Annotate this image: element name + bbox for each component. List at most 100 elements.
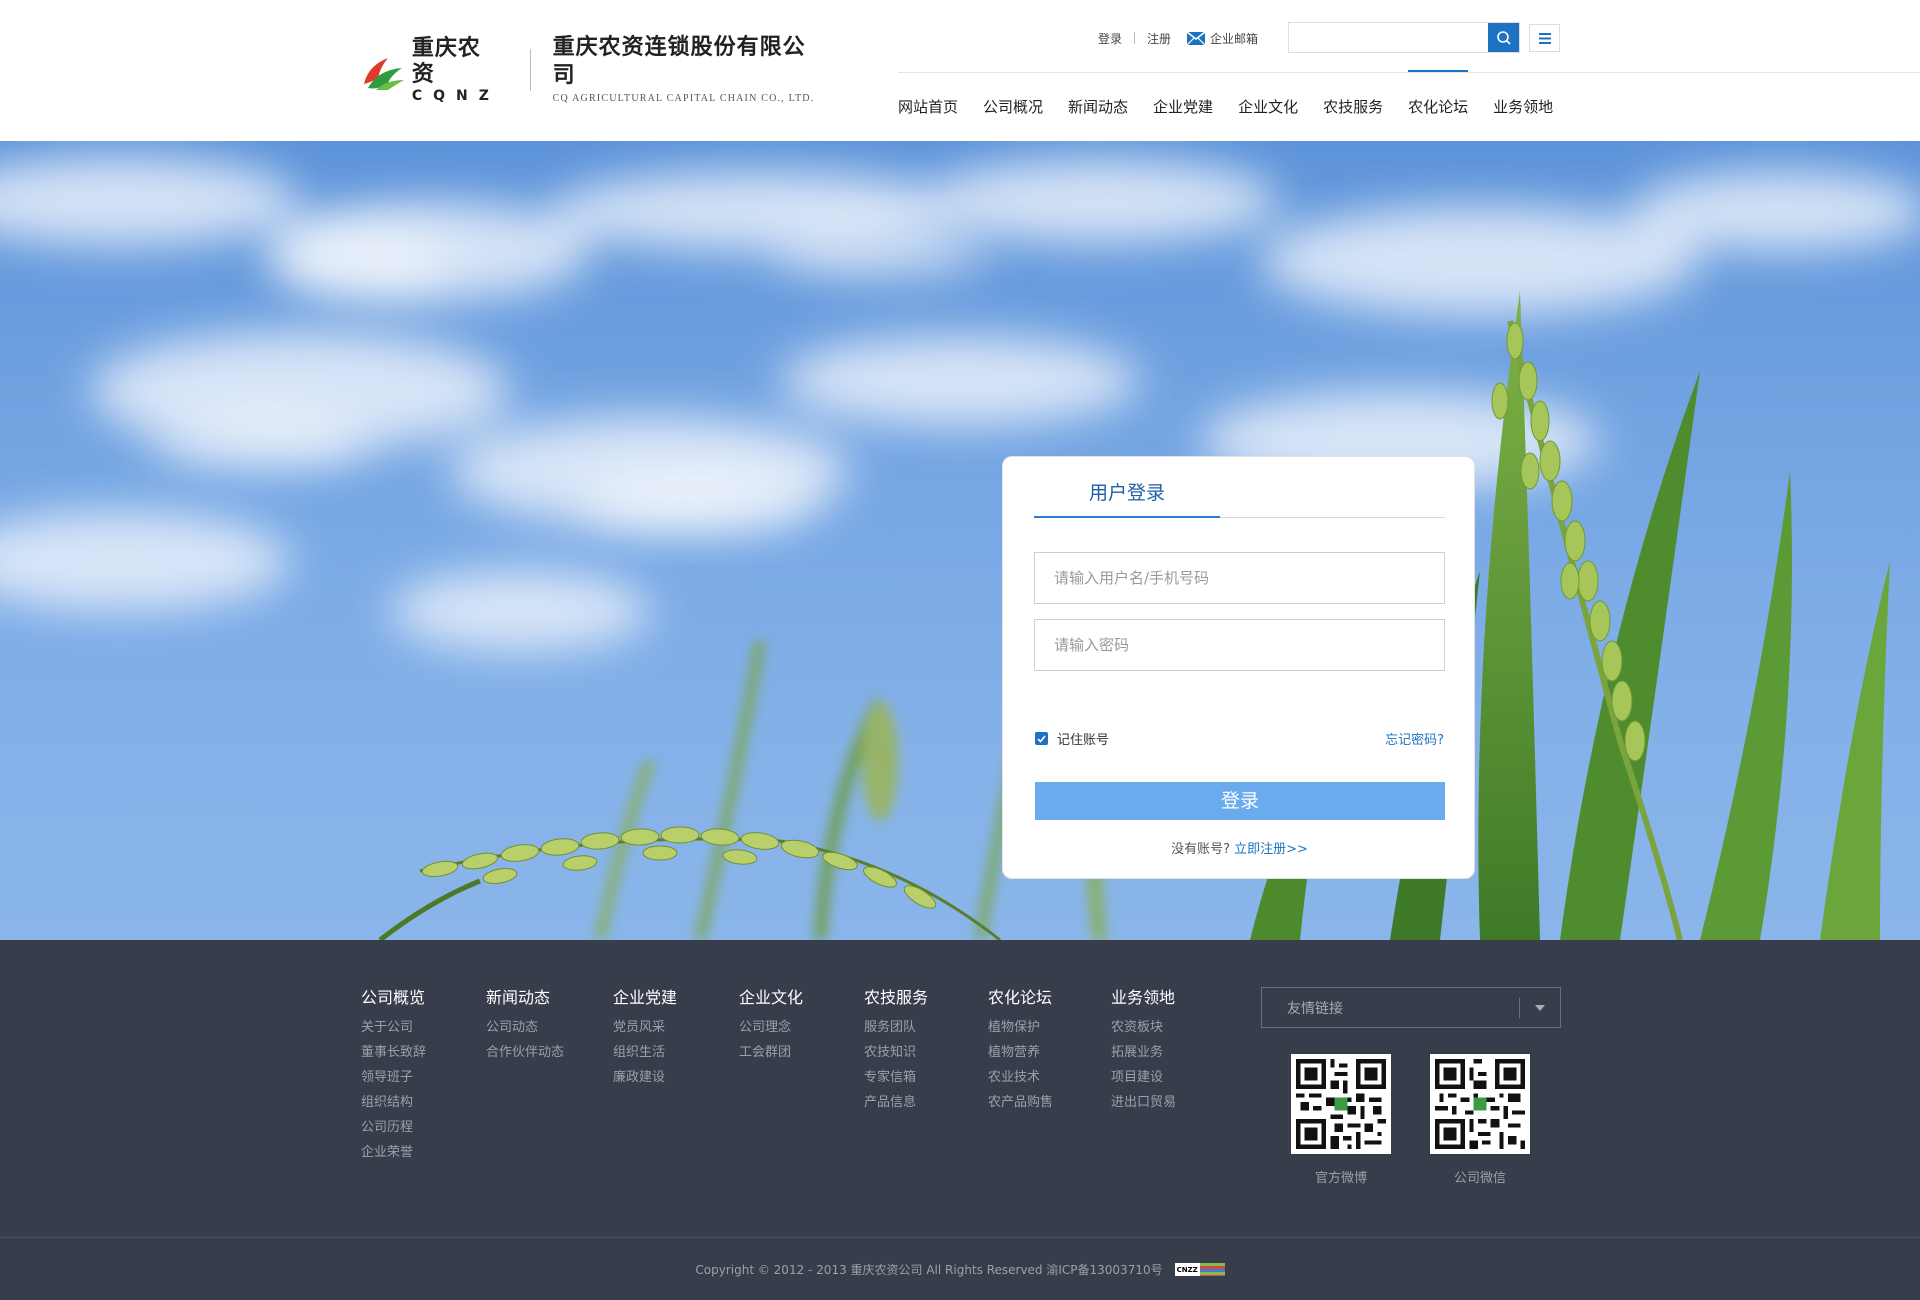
nav-item-business[interactable]: 业务领地 <box>1493 72 1553 141</box>
login-tabs: 用户登录 <box>1034 479 1445 518</box>
no-account-text: 没有账号? <box>1171 842 1230 857</box>
footer-link[interactable]: 企业荣誉 <box>361 1140 486 1165</box>
password-input[interactable] <box>1035 620 1444 670</box>
footer-link[interactable]: 服务团队 <box>864 1015 988 1040</box>
cnzz-badge-stripes <box>1199 1263 1225 1276</box>
username-field <box>1034 552 1445 604</box>
weibo-qr-code-icon <box>1291 1054 1391 1154</box>
company-name-en: CQ AGRICULTURAL CAPITAL CHAIN CO., LTD. <box>552 93 815 104</box>
copyright-text: Copyright © 2012 - 2013 重庆农资公司 All Right… <box>695 1263 1163 1277</box>
company-name-cn: 重庆农资连锁股份有限公司 <box>552 35 806 88</box>
register-prompt: 没有账号? 立即注册>> <box>1003 838 1476 857</box>
footer-column: 企业文化 公司理念 工会群团 <box>739 985 864 1165</box>
cnzz-badge-label: CNZZ <box>1176 1265 1198 1274</box>
footer-link[interactable]: 进出口贸易 <box>1111 1090 1221 1115</box>
footer-link[interactable]: 公司理念 <box>739 1015 864 1040</box>
footer-link[interactable]: 领导班子 <box>361 1065 486 1090</box>
wechat-qr-code-icon <box>1430 1054 1530 1154</box>
site-logo[interactable]: 重庆农资 CQNZ 重庆农资连锁股份有限公司 CQ AGRICULTURAL C… <box>358 35 828 104</box>
footer-link[interactable]: 专家信箱 <box>864 1065 988 1090</box>
footer-column: 企业党建 党员风采 组织生活 廉政建设 <box>613 985 739 1165</box>
site-header: 重庆农资 CQNZ 重庆农资连锁股份有限公司 CQ AGRICULTURAL C… <box>0 0 1920 141</box>
footer-link[interactable]: 关于公司 <box>361 1015 486 1040</box>
nav-item-party-building[interactable]: 企业党建 <box>1153 72 1213 141</box>
remember-checkbox[interactable] <box>1035 732 1048 745</box>
top-link-divider <box>1134 32 1136 44</box>
footer-link[interactable]: 组织生活 <box>613 1040 739 1065</box>
enterprise-mail-link[interactable]: 企业邮箱 <box>1187 30 1258 47</box>
checkmark-icon <box>1037 734 1046 743</box>
menu-button[interactable] <box>1529 24 1560 52</box>
main-nav: 网站首页 公司概况 新闻动态 企业党建 企业文化 农技服务 农化论坛 业务领地 <box>898 70 1578 141</box>
nav-item-agri-services[interactable]: 农技服务 <box>1323 72 1383 141</box>
footer-column: 新闻动态 公司动态 合作伙伴动态 <box>486 985 613 1165</box>
footer-link[interactable]: 公司历程 <box>361 1115 486 1140</box>
friend-links-label: 友情链接 <box>1287 1000 1343 1017</box>
footer-link[interactable]: 廉政建设 <box>613 1065 739 1090</box>
search-icon <box>1496 30 1511 45</box>
footer-link[interactable]: 董事长致辞 <box>361 1040 486 1065</box>
footer-column-title[interactable]: 农化论坛 <box>988 985 1111 1015</box>
footer-link[interactable]: 农产品购售 <box>988 1090 1111 1115</box>
footer-column-title[interactable]: 新闻动态 <box>486 985 613 1015</box>
tab-user-login[interactable]: 用户登录 <box>1034 479 1220 518</box>
footer-column-title[interactable]: 公司概览 <box>361 985 486 1015</box>
footer-link[interactable]: 农资板块 <box>1111 1015 1221 1040</box>
top-register-link[interactable]: 注册 <box>1147 30 1171 47</box>
footer-link[interactable]: 公司动态 <box>486 1015 613 1040</box>
footer-link[interactable]: 党员风采 <box>613 1015 739 1040</box>
footer-link[interactable]: 组织结构 <box>361 1090 486 1115</box>
footer-column: 农化论坛 植物保护 植物营养 农业技术 农产品购售 <box>988 985 1111 1165</box>
nav-item-culture[interactable]: 企业文化 <box>1238 72 1298 141</box>
logo-brand-en: CQNZ <box>411 88 500 104</box>
footer-column-title[interactable]: 企业党建 <box>613 985 739 1015</box>
password-field <box>1034 619 1445 671</box>
login-submit-button[interactable]: 登录 <box>1035 782 1445 820</box>
logo-divider <box>529 49 531 91</box>
username-input[interactable] <box>1035 553 1444 603</box>
footer-link[interactable]: 植物营养 <box>988 1040 1111 1065</box>
register-now-link[interactable]: 立即注册>> <box>1234 842 1308 857</box>
footer-link[interactable]: 拓展业务 <box>1111 1040 1221 1065</box>
nav-item-forum[interactable]: 农化论坛 <box>1408 70 1469 141</box>
nav-item-company-overview[interactable]: 公司概况 <box>983 72 1043 141</box>
footer-link[interactable]: 工会群团 <box>739 1040 864 1065</box>
hamburger-menu-icon <box>1538 32 1551 44</box>
top-links: 登录 注册 企业邮箱 <box>1098 28 1258 48</box>
footer-column-title[interactable]: 企业文化 <box>739 985 864 1015</box>
footer-link[interactable]: 产品信息 <box>864 1090 988 1115</box>
footer-link[interactable]: 农业技术 <box>988 1065 1111 1090</box>
footer-divider <box>0 1237 1920 1238</box>
friend-links-select[interactable]: 友情链接 <box>1261 987 1561 1028</box>
wechat-qr-label: 公司微信 <box>1453 1171 1506 1186</box>
footer-column: 公司概览 关于公司 董事长致辞 领导班子 组织结构 公司历程 企业荣誉 <box>361 985 486 1165</box>
site-footer: 公司概览 关于公司 董事长致辞 领导班子 组织结构 公司历程 企业荣誉 新闻动态… <box>0 940 1920 1300</box>
weibo-qr-label: 官方微博 <box>1314 1171 1367 1186</box>
footer-link[interactable]: 项目建设 <box>1111 1065 1221 1090</box>
logo-brand-cn: 重庆农资 <box>411 36 481 87</box>
search-input[interactable] <box>1289 23 1488 52</box>
nav-item-news[interactable]: 新闻动态 <box>1068 72 1128 141</box>
footer-link[interactable]: 农技知识 <box>864 1040 988 1065</box>
enterprise-mail-label: 企业邮箱 <box>1210 31 1259 46</box>
cnzz-stats-badge[interactable]: CNZZ <box>1174 1263 1225 1276</box>
copyright-bar: Copyright © 2012 - 2013 重庆农资公司 All Right… <box>0 1261 1920 1278</box>
top-login-link[interactable]: 登录 <box>1098 30 1122 47</box>
envelope-icon <box>1187 31 1206 45</box>
footer-column-title[interactable]: 农技服务 <box>864 985 988 1015</box>
search-box <box>1288 22 1520 53</box>
remember-account: 记住账号 <box>1035 729 1109 748</box>
rice-field-background-image <box>0 156 1920 940</box>
nav-item-home[interactable]: 网站首页 <box>898 72 958 141</box>
remember-label: 记住账号 <box>1057 733 1110 748</box>
search-button[interactable] <box>1488 23 1519 52</box>
forgot-password-link[interactable]: 忘记密码? <box>1385 729 1444 748</box>
footer-link-columns: 公司概览 关于公司 董事长致辞 领导班子 组织结构 公司历程 企业荣誉 新闻动态… <box>361 985 1221 1165</box>
hero-banner: 用户登录 记住账号 忘记密码? 登录 没有账号? 立即注册>> <box>0 141 1920 940</box>
dropdown-arrow-icon <box>1520 1004 1560 1011</box>
footer-column-title[interactable]: 业务领地 <box>1111 985 1221 1015</box>
footer-column: 业务领地 农资板块 拓展业务 项目建设 进出口贸易 <box>1111 985 1221 1165</box>
login-card: 用户登录 记住账号 忘记密码? 登录 没有账号? 立即注册>> <box>1002 456 1475 879</box>
footer-link[interactable]: 植物保护 <box>988 1015 1111 1040</box>
footer-link[interactable]: 合作伙伴动态 <box>486 1040 613 1065</box>
